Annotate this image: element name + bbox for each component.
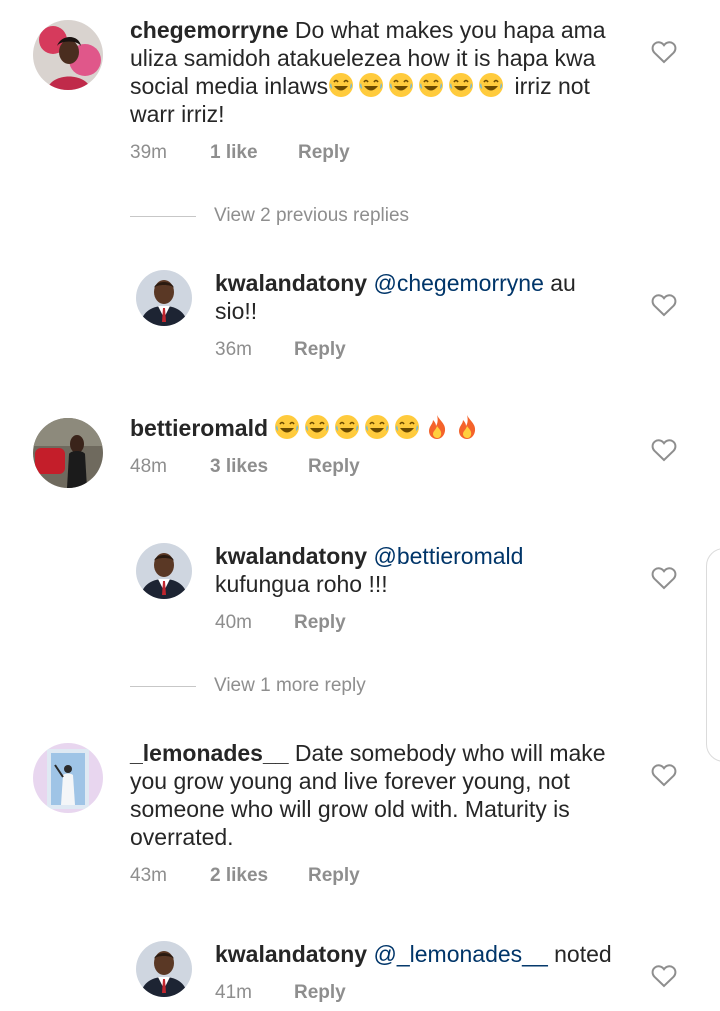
comment-meta: 43m 2 likes Reply bbox=[130, 865, 360, 887]
heart-icon[interactable] bbox=[651, 964, 677, 988]
avatar[interactable] bbox=[136, 941, 192, 997]
timestamp: 41m bbox=[215, 982, 252, 1003]
view-replies-label[interactable]: View 1 more reply bbox=[214, 675, 366, 697]
laughing-emoji-icon bbox=[364, 414, 390, 440]
laughing-emoji-icon bbox=[388, 72, 414, 98]
heart-icon[interactable] bbox=[651, 40, 677, 64]
avatar[interactable] bbox=[136, 543, 192, 599]
mention-link[interactable]: @bettieromald bbox=[374, 543, 524, 569]
reply-button[interactable]: Reply bbox=[294, 982, 346, 1004]
likes-count[interactable]: 2 likes bbox=[210, 865, 308, 887]
view-replies-label[interactable]: View 2 previous replies bbox=[214, 205, 409, 227]
comment-text: kwalandatony @_lemonades__ noted bbox=[215, 940, 635, 968]
laughing-emoji-icon bbox=[334, 414, 360, 440]
comment-meta: 40m Reply bbox=[215, 612, 346, 634]
timestamp: 39m bbox=[130, 142, 167, 163]
timestamp: 48m bbox=[130, 456, 167, 477]
comment-text: _lemonades__ Date somebody who will make… bbox=[130, 739, 630, 851]
likes-count[interactable]: 1 like bbox=[210, 142, 298, 164]
avatar-image bbox=[33, 418, 103, 488]
avatar[interactable] bbox=[33, 743, 103, 813]
avatar[interactable] bbox=[33, 418, 103, 488]
username[interactable]: chegemorryne bbox=[130, 17, 289, 43]
avatar-image bbox=[136, 270, 192, 326]
laughing-emoji-icon bbox=[418, 72, 444, 98]
heart-icon[interactable] bbox=[651, 293, 677, 317]
view-previous-replies[interactable]: View 2 previous replies bbox=[130, 205, 409, 227]
avatar-image bbox=[136, 941, 192, 997]
comment-body: noted bbox=[547, 941, 612, 967]
comment-text: kwalandatony @chegemorryne au sio!! bbox=[215, 269, 615, 325]
reply-button[interactable]: Reply bbox=[298, 142, 350, 164]
timestamp: 40m bbox=[215, 612, 252, 633]
laughing-emoji-icon bbox=[394, 414, 420, 440]
avatar[interactable] bbox=[136, 270, 192, 326]
comment-meta: 48m 3 likes Reply bbox=[130, 456, 360, 478]
username[interactable]: kwalandatony bbox=[215, 270, 367, 296]
username[interactable]: bettieromald bbox=[130, 415, 268, 441]
username[interactable]: kwalandatony bbox=[215, 941, 367, 967]
timestamp: 36m bbox=[215, 339, 252, 360]
comment-meta: 39m 1 like Reply bbox=[130, 142, 350, 164]
mention-link[interactable]: @_lemonades__ bbox=[374, 941, 548, 967]
comment-meta: 41m Reply bbox=[215, 982, 346, 1004]
fire-emoji-icon bbox=[454, 414, 480, 440]
comment-text: kwalandatony @bettieromald kufungua roho… bbox=[215, 542, 615, 598]
avatar-image bbox=[33, 20, 103, 90]
laughing-emoji-icon bbox=[328, 72, 354, 98]
comment-text: chegemorryne Do what makes you hapa ama … bbox=[130, 16, 630, 128]
heart-icon[interactable] bbox=[651, 438, 677, 462]
heart-icon[interactable] bbox=[651, 566, 677, 590]
fire-emoji-icon bbox=[424, 414, 450, 440]
avatar-image bbox=[136, 543, 192, 599]
laughing-emoji-icon bbox=[358, 72, 384, 98]
comment-meta: 36m Reply bbox=[215, 339, 346, 361]
avatar-image bbox=[33, 743, 103, 813]
reply-button[interactable]: Reply bbox=[308, 865, 360, 887]
username[interactable]: _lemonades__ bbox=[130, 740, 289, 766]
laughing-emoji-icon bbox=[448, 72, 474, 98]
comment-body: kufungua roho !!! bbox=[215, 571, 388, 597]
heart-icon[interactable] bbox=[651, 763, 677, 787]
comment-text: bettieromald bbox=[130, 414, 630, 442]
reply-button[interactable]: Reply bbox=[294, 612, 346, 634]
avatar[interactable] bbox=[33, 20, 103, 90]
side-panel-edge[interactable] bbox=[706, 548, 720, 762]
reply-button[interactable]: Reply bbox=[308, 456, 360, 478]
username[interactable]: kwalandatony bbox=[215, 543, 367, 569]
divider-line bbox=[130, 215, 196, 217]
divider-line bbox=[130, 685, 196, 687]
laughing-emoji-icon bbox=[478, 72, 504, 98]
reply-button[interactable]: Reply bbox=[294, 339, 346, 361]
laughing-emoji-icon bbox=[304, 414, 330, 440]
mention-link[interactable]: @chegemorryne bbox=[374, 270, 544, 296]
timestamp: 43m bbox=[130, 865, 167, 886]
laughing-emoji-icon bbox=[274, 414, 300, 440]
view-more-replies[interactable]: View 1 more reply bbox=[130, 675, 366, 697]
likes-count[interactable]: 3 likes bbox=[210, 456, 308, 478]
